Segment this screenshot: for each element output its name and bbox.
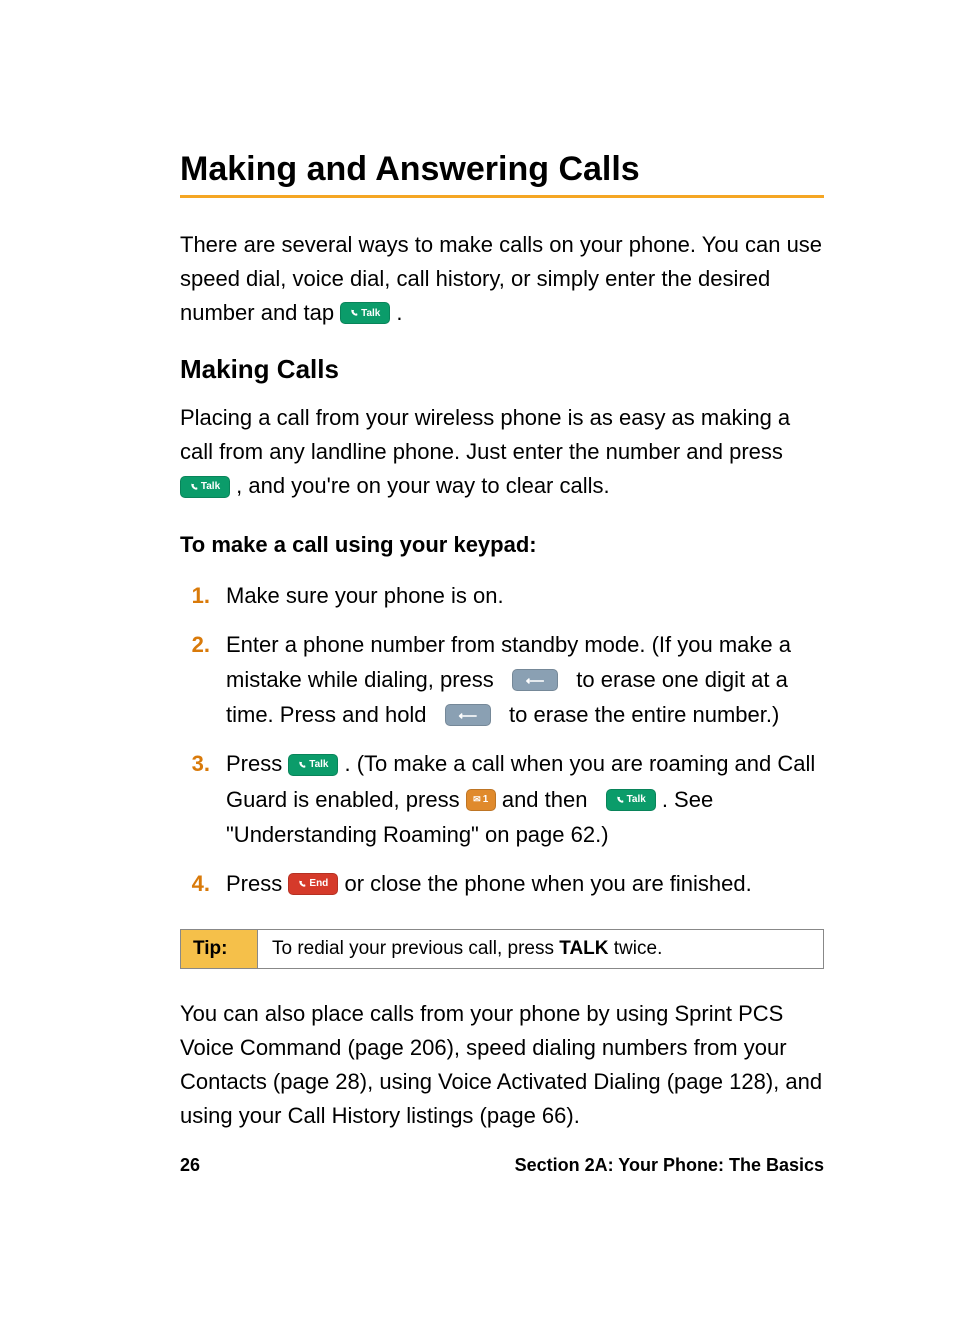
- page-title: Making and Answering Calls: [180, 150, 824, 189]
- step-4: 4. Press End or close the phone when you…: [180, 866, 824, 901]
- intro-paragraph: There are several ways to make calls on …: [180, 228, 824, 330]
- talk-key-icon: Talk: [340, 302, 390, 324]
- closing-paragraph: You can also place calls from your phone…: [180, 997, 824, 1133]
- para1-post: , and you're on your way to clear calls.: [236, 473, 610, 498]
- steps-list: 1. Make sure your phone is on. 2. Enter …: [180, 578, 824, 902]
- subtitle: Making Calls: [180, 354, 824, 385]
- tip-text-bold: TALK: [559, 938, 608, 959]
- step4-text-b: or close the phone when you are finished…: [344, 871, 751, 896]
- title-divider: [180, 195, 824, 198]
- talk-key-icon: Talk: [288, 754, 338, 776]
- page-number: 26: [180, 1155, 200, 1176]
- step-body: Press Talk . (To make a call when you ar…: [226, 746, 824, 852]
- intro-text-post: .: [396, 300, 402, 325]
- tip-label: Tip:: [181, 930, 258, 968]
- step-number: 1.: [180, 578, 226, 613]
- step2-text-c: to erase the entire number.): [509, 702, 779, 727]
- tip-text: To redial your previous call, press TALK…: [258, 930, 823, 968]
- talk-key-label: Talk: [361, 306, 380, 322]
- tip-text-post: twice.: [609, 938, 663, 959]
- end-key-icon: End: [288, 873, 338, 895]
- making-calls-paragraph: Placing a call from your wireless phone …: [180, 401, 824, 503]
- tip-text-pre: To redial your previous call, press: [272, 938, 559, 959]
- talk-key-icon: Talk: [606, 789, 656, 811]
- step3-text-c: and then: [502, 787, 594, 812]
- para1-pre: Placing a call from your wireless phone …: [180, 405, 790, 464]
- one-key-icon: ✉1: [466, 789, 496, 811]
- talk-key-label: Talk: [627, 792, 646, 808]
- page-footer: 26 Section 2A: Your Phone: The Basics: [0, 1155, 954, 1176]
- step-number: 3.: [180, 746, 226, 781]
- talk-key-label: Talk: [201, 479, 220, 495]
- one-key-label: 1: [483, 792, 489, 808]
- backspace-key-icon: ⟵: [512, 669, 558, 691]
- step-1: 1. Make sure your phone is on.: [180, 578, 824, 613]
- step-number: 2.: [180, 627, 226, 662]
- footer-section-text: Section 2A: Your Phone: The Basics: [515, 1155, 824, 1176]
- step-3: 3. Press Talk . (To make a call when you…: [180, 746, 824, 852]
- step-body: Make sure your phone is on.: [226, 578, 824, 613]
- howto-heading: To make a call using your keypad:: [180, 532, 824, 558]
- step-2: 2. Enter a phone number from standby mod…: [180, 627, 824, 733]
- talk-key-label: Talk: [309, 757, 328, 773]
- talk-key-icon: Talk: [180, 476, 230, 498]
- backspace-key-icon: ⟵: [445, 704, 491, 726]
- step4-text-a: Press: [226, 871, 288, 896]
- end-key-label: End: [309, 876, 328, 892]
- step-body: Press End or close the phone when you ar…: [226, 866, 824, 901]
- step-number: 4.: [180, 866, 226, 901]
- step-body: Enter a phone number from standby mode. …: [226, 627, 824, 733]
- intro-text-pre: There are several ways to make calls on …: [180, 232, 822, 325]
- step3-text-a: Press: [226, 751, 288, 776]
- tip-callout: Tip: To redial your previous call, press…: [180, 929, 824, 969]
